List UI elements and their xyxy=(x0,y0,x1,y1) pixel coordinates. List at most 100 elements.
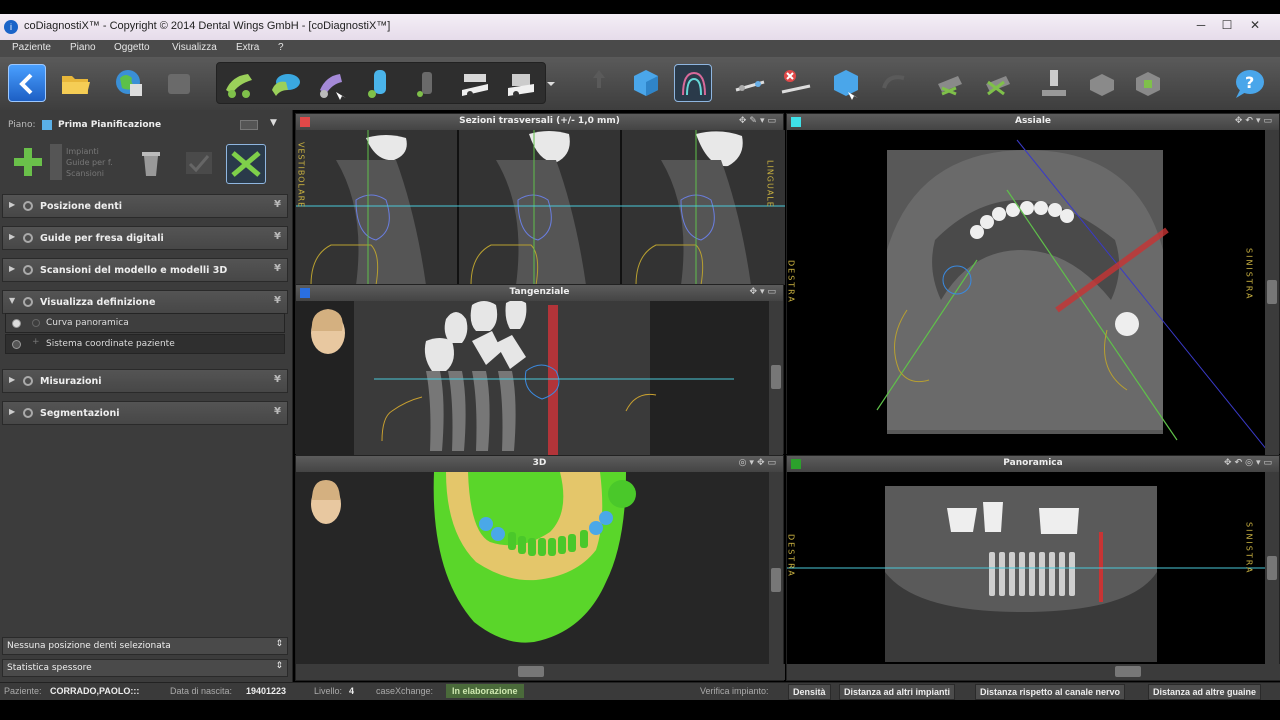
visibility-icon[interactable] xyxy=(23,297,33,307)
shield-icon[interactable] xyxy=(1128,64,1166,102)
add-icon[interactable] xyxy=(10,144,46,180)
plan-dropdown-icon[interactable]: ▼ xyxy=(270,118,277,128)
move-icon[interactable] xyxy=(580,64,618,102)
implant-cylinder-icon[interactable] xyxy=(360,64,398,102)
minimize-button[interactable]: ─ xyxy=(1188,18,1214,36)
delete-measure-icon[interactable] xyxy=(778,64,816,102)
view-controls-icon[interactable]: ✥↶◎▾▭ xyxy=(1224,458,1275,468)
add-option-scan[interactable]: Scansioni xyxy=(66,168,113,179)
section-misurazioni[interactable]: ▶ Misurazioni ¥ xyxy=(2,369,288,393)
section-segmentazioni[interactable]: ▶ Segmentazioni ¥ xyxy=(2,401,288,425)
plan-list-icon[interactable] xyxy=(240,120,258,130)
section-scansioni[interactable]: ▶ Scansioni del modello e modelli 3D ¥ xyxy=(2,258,288,282)
menu-extra[interactable]: Extra xyxy=(236,42,259,53)
panoramic-curve-icon[interactable] xyxy=(674,64,712,102)
plan-name[interactable]: Prima Pianificazione xyxy=(58,120,161,130)
scrollbar-thumb[interactable] xyxy=(771,365,781,389)
view-controls-icon[interactable]: ◎▾✥▭ xyxy=(739,458,779,468)
implant-gray-icon[interactable] xyxy=(406,64,444,102)
menu-visualizza[interactable]: Visualizza xyxy=(172,42,217,53)
cube-3d-icon[interactable] xyxy=(826,64,864,102)
back-icon[interactable] xyxy=(8,64,46,102)
section-visualizza-definizione[interactable]: ▼ Visualizza definizione ¥ xyxy=(2,290,288,314)
collapse-chevron-icon[interactable]: ¥ xyxy=(274,199,281,210)
scrollbar-thumb[interactable] xyxy=(1115,666,1141,677)
add-option-guide[interactable]: Guide per f. xyxy=(66,157,113,168)
section-guide-fresa[interactable]: ▶ Guide per fresa digitali ¥ xyxy=(2,226,288,250)
measure-distance-icon[interactable] xyxy=(732,64,770,102)
toolbar-dropdown-icon[interactable] xyxy=(544,64,558,102)
collapse-chevron-icon[interactable]: ¥ xyxy=(274,231,281,242)
menu-piano[interactable]: Piano xyxy=(70,42,96,53)
menu-oggetto[interactable]: Oggetto xyxy=(114,42,150,53)
collapse-chevron-icon[interactable]: ¥ xyxy=(274,295,281,306)
scrollbar-thumb[interactable] xyxy=(1267,556,1277,580)
add-dropdown-icon[interactable] xyxy=(50,144,62,180)
implant-tool-1-icon[interactable] xyxy=(220,64,258,102)
sleeve-distance-button[interactable]: Distanza ad altre guaine xyxy=(1148,684,1262,700)
thickness-stats-combo[interactable]: Statistica spessore ⇕ xyxy=(2,659,288,677)
axial-view[interactable]: Assiale ✥↶▾▭ DESTRA SINISTRA xyxy=(786,113,1280,455)
scrollbar-thumb[interactable] xyxy=(1267,280,1277,304)
cross-sections-view[interactable]: Sezioni trasversali (+/- 1,0 mm) ✥✎▾▭ VE… xyxy=(295,113,785,285)
section-posizione-denti[interactable]: ▶ Posizione denti ¥ xyxy=(2,194,288,218)
collapse-chevron-icon[interactable]: ¥ xyxy=(274,263,281,274)
view-controls-icon[interactable]: ✥✎▾▭ xyxy=(739,116,779,126)
scrollbar-thumb[interactable] xyxy=(518,666,544,677)
sleeve-tool-2-icon[interactable] xyxy=(502,64,540,102)
nerve-distance-button[interactable]: Distanza rispetto al canale nervo xyxy=(975,684,1126,700)
panoramic-view[interactable]: Panoramica ✥↶◎▾▭ DESTRA SINISTRA xyxy=(786,455,1280,681)
maximize-button[interactable]: ☐ xyxy=(1214,18,1240,36)
globe-icon[interactable] xyxy=(110,64,148,102)
axial-scrollbar[interactable] xyxy=(1265,130,1279,455)
3d-model-image[interactable] xyxy=(296,472,771,666)
close-button[interactable]: ✕ xyxy=(1242,18,1268,36)
panoramic-scrollbar-vertical[interactable] xyxy=(1265,472,1279,666)
panoramic-edit-icon[interactable] xyxy=(226,144,266,184)
visibility-icon[interactable] xyxy=(32,319,40,327)
spinner-icon[interactable]: ⇕ xyxy=(275,661,283,671)
check-icon[interactable] xyxy=(182,146,216,180)
radio-icon[interactable] xyxy=(12,340,21,349)
collapse-chevron-icon[interactable]: ¥ xyxy=(274,406,281,417)
cross-sections-image[interactable]: VESTIBOLARE LINGUALE xyxy=(296,130,785,285)
trash-icon[interactable] xyxy=(134,146,168,180)
axial-image[interactable]: DESTRA SINISTRA xyxy=(787,130,1267,455)
cube-view-icon[interactable] xyxy=(626,64,664,102)
menu-paziente[interactable]: Paziente xyxy=(12,42,51,53)
subitem-sistema-coordinate[interactable]: + Sistema coordinate paziente xyxy=(5,334,285,354)
guide-tool-2-icon[interactable] xyxy=(978,64,1016,102)
subitem-curva-panoramica[interactable]: Curva panoramica xyxy=(5,313,285,333)
panoramic-scrollbar-horizontal[interactable] xyxy=(787,664,1280,680)
undo-icon[interactable] xyxy=(874,64,912,102)
scrollbar-thumb[interactable] xyxy=(771,568,781,592)
visibility-icon[interactable] xyxy=(23,265,33,275)
help-icon[interactable]: ? xyxy=(1230,64,1268,102)
panoramic-image[interactable]: DESTRA SINISTRA xyxy=(787,472,1267,666)
3d-view[interactable]: 3D ◎▾✥▭ xyxy=(295,455,785,681)
3d-scrollbar-vertical[interactable] xyxy=(769,472,783,666)
add-option-implant[interactable]: Impianti xyxy=(66,146,113,157)
scan-body-icon[interactable] xyxy=(1034,64,1072,102)
tooth-position-combo[interactable]: Nessuna posizione denti selezionata ⇕ xyxy=(2,637,288,655)
tangential-scrollbar[interactable] xyxy=(769,301,783,455)
menu-help[interactable]: ? xyxy=(278,42,284,53)
visibility-icon[interactable] xyxy=(23,201,33,211)
export-guide-icon[interactable] xyxy=(1082,64,1120,102)
view-controls-icon[interactable]: ✥↶▾▭ xyxy=(1235,116,1275,126)
visibility-icon[interactable] xyxy=(23,233,33,243)
implant-distance-button[interactable]: Distanza ad altri impianti xyxy=(839,684,956,700)
visibility-icon[interactable] xyxy=(23,376,33,386)
sleeve-tool-1-icon[interactable] xyxy=(456,64,494,102)
implant-tool-2-icon[interactable] xyxy=(266,64,304,102)
implant-tool-3-icon[interactable] xyxy=(312,64,350,102)
tangential-image[interactable] xyxy=(296,301,771,455)
collapse-chevron-icon[interactable]: ¥ xyxy=(274,374,281,385)
open-folder-icon[interactable] xyxy=(56,64,94,102)
3d-scrollbar-horizontal[interactable] xyxy=(296,664,785,680)
density-button[interactable]: Densità xyxy=(788,684,831,700)
export-icon[interactable] xyxy=(160,64,198,102)
guide-tool-1-icon[interactable] xyxy=(930,64,968,102)
selected-radio-icon[interactable] xyxy=(12,319,21,328)
view-controls-icon[interactable]: ✥▾▭ xyxy=(749,287,779,297)
